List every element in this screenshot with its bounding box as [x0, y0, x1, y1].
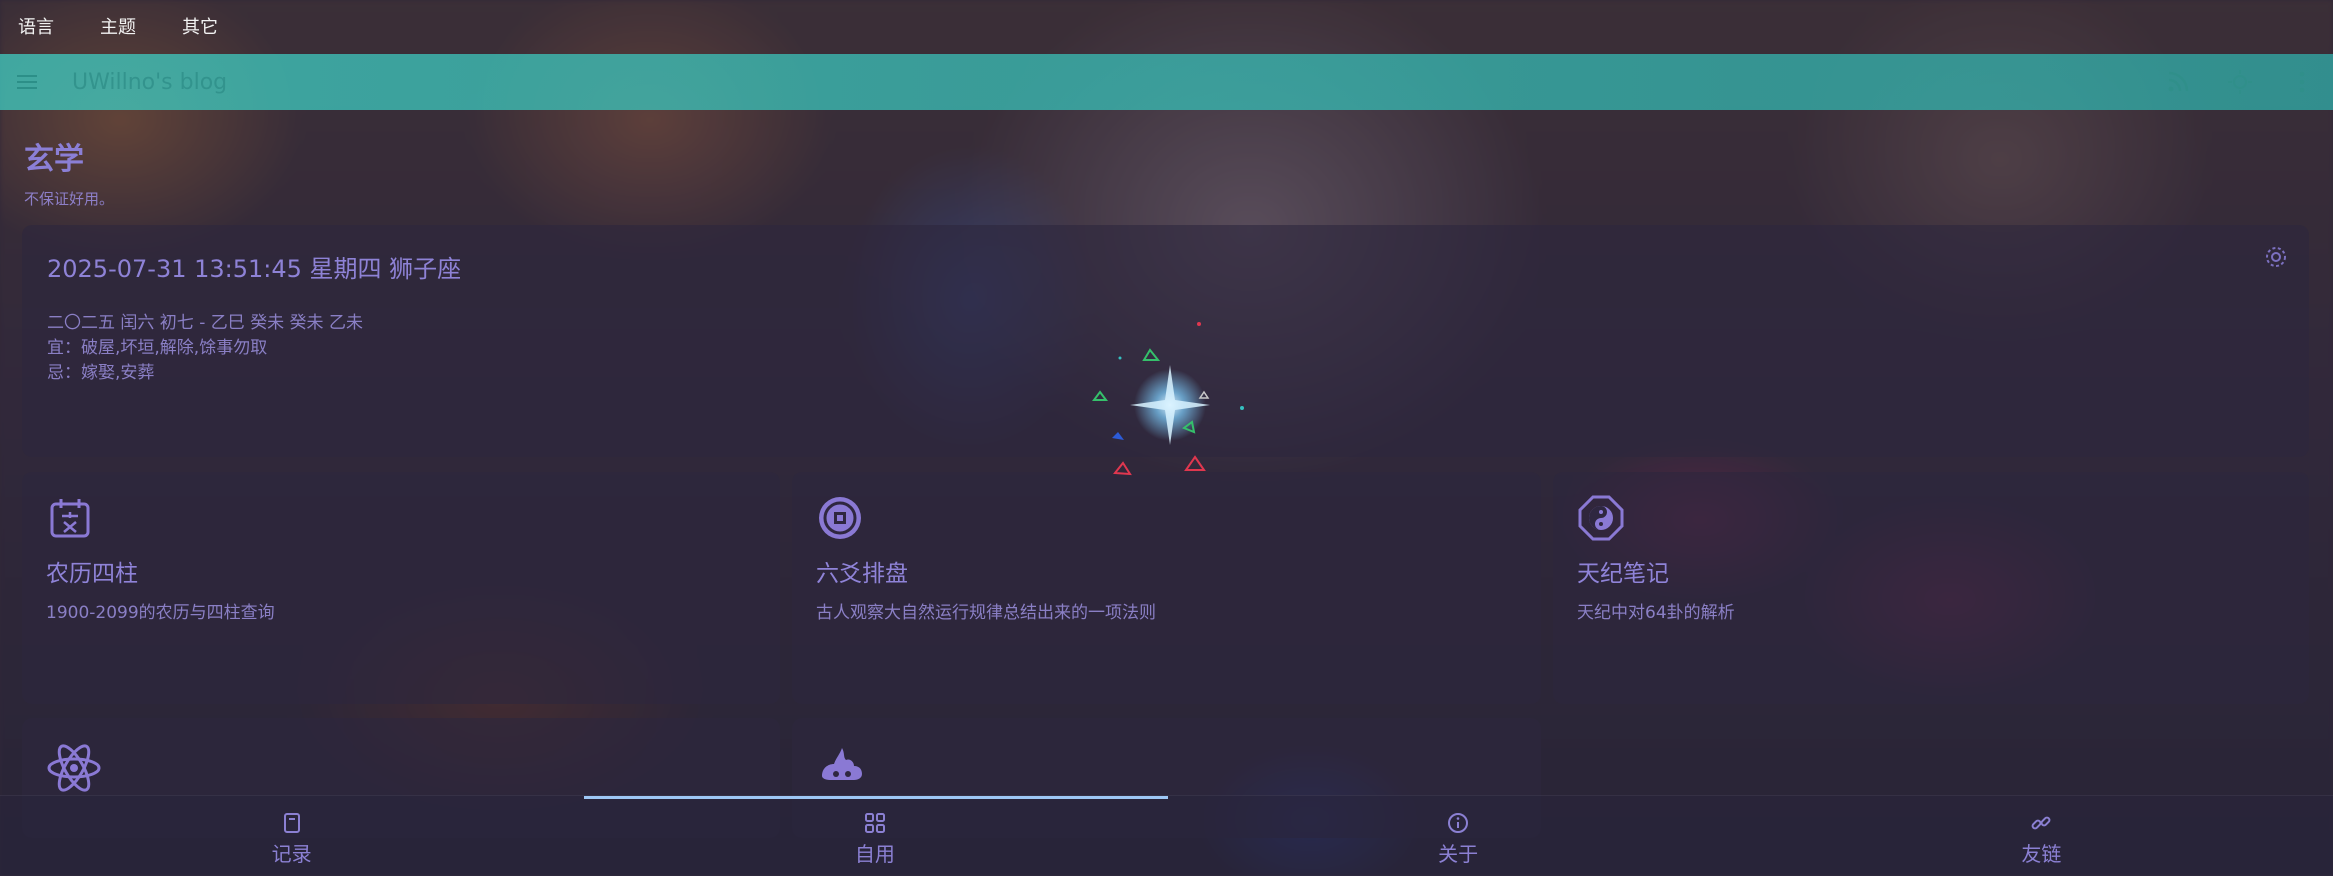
yinyang-icon: [1577, 494, 1625, 542]
page-title: 玄学: [24, 142, 84, 177]
calendar-good: 宜：破屋,坏垣,解除,馀事勿取: [47, 338, 268, 358]
atom-icon: [46, 740, 101, 792]
nav-indicator: [584, 796, 1168, 799]
nav-label: 友链: [2021, 841, 2062, 866]
menu-other[interactable]: 其它: [182, 13, 218, 39]
page-subtitle: 不保证好用。: [24, 190, 115, 208]
rss-icon[interactable]: [2147, 54, 2209, 110]
nav-self-use[interactable]: 自用: [583, 796, 1166, 876]
coin-icon: [816, 494, 864, 542]
tile-tianji[interactable]: 天纪笔记 天纪中对64卦的解析: [1553, 472, 2309, 704]
brightness-icon[interactable]: [2209, 54, 2271, 110]
calendar-nong-icon: [46, 494, 94, 542]
book-icon: [281, 812, 303, 834]
bottom-nav: 记录 自用 关于 友链: [0, 795, 2333, 876]
calendar-card: 2025-07-31 13:51:45 星期四 狮子座 二〇二五 闰六 初七 -…: [22, 225, 2309, 457]
menu-language[interactable]: 语言: [18, 13, 54, 39]
tile-desc: 天纪中对64卦的解析: [1577, 603, 1735, 623]
grid-icon: [864, 812, 886, 834]
tile-title: 农历四柱: [46, 561, 138, 587]
incense-burner-icon: [816, 740, 864, 788]
calendar-datetime: 2025-07-31 13:51:45 星期四 狮子座: [47, 255, 462, 283]
tile-title: 天纪笔记: [1577, 561, 1669, 587]
info-icon: [1447, 812, 1469, 834]
menu-theme[interactable]: 主题: [100, 13, 136, 39]
top-menu: 语言 主题 其它: [0, 0, 264, 52]
nav-label: 自用: [854, 841, 895, 866]
app-bar: UWillno's blog: [0, 54, 2333, 110]
more-vert-icon[interactable]: [2271, 54, 2333, 110]
main-content: 玄学 不保证好用。 2025-07-31 13:51:45 星期四 狮子座 二〇…: [0, 110, 2333, 838]
app-title[interactable]: UWillno's blog: [72, 70, 227, 95]
link-icon: [2030, 812, 2052, 834]
nav-about[interactable]: 关于: [1167, 796, 1750, 876]
tile-lunar-pillars[interactable]: 农历四柱 1900-2099的农历与四柱查询: [22, 472, 780, 704]
tile-desc: 古人观察大自然运行规律总结出来的一项法则: [816, 603, 1156, 623]
tile-title: 六爻排盘: [816, 561, 908, 587]
calendar-bad: 忌：嫁娶,安葬: [47, 363, 155, 383]
nav-records[interactable]: 记录: [0, 796, 583, 876]
nav-friend-links[interactable]: 友链: [1750, 796, 2333, 876]
nav-label: 记录: [271, 841, 312, 866]
nav-label: 关于: [1438, 841, 1479, 866]
tile-desc: 1900-2099的农历与四柱查询: [46, 603, 275, 623]
tile-liuyao[interactable]: 六爻排盘 古人观察大自然运行规律总结出来的一项法则: [792, 472, 1541, 704]
calendar-lunar: 二〇二五 闰六 初七 - 乙巳 癸未 癸未 乙未: [47, 313, 363, 333]
hamburger-icon[interactable]: [0, 54, 54, 110]
gear-icon[interactable]: [2263, 245, 2289, 271]
